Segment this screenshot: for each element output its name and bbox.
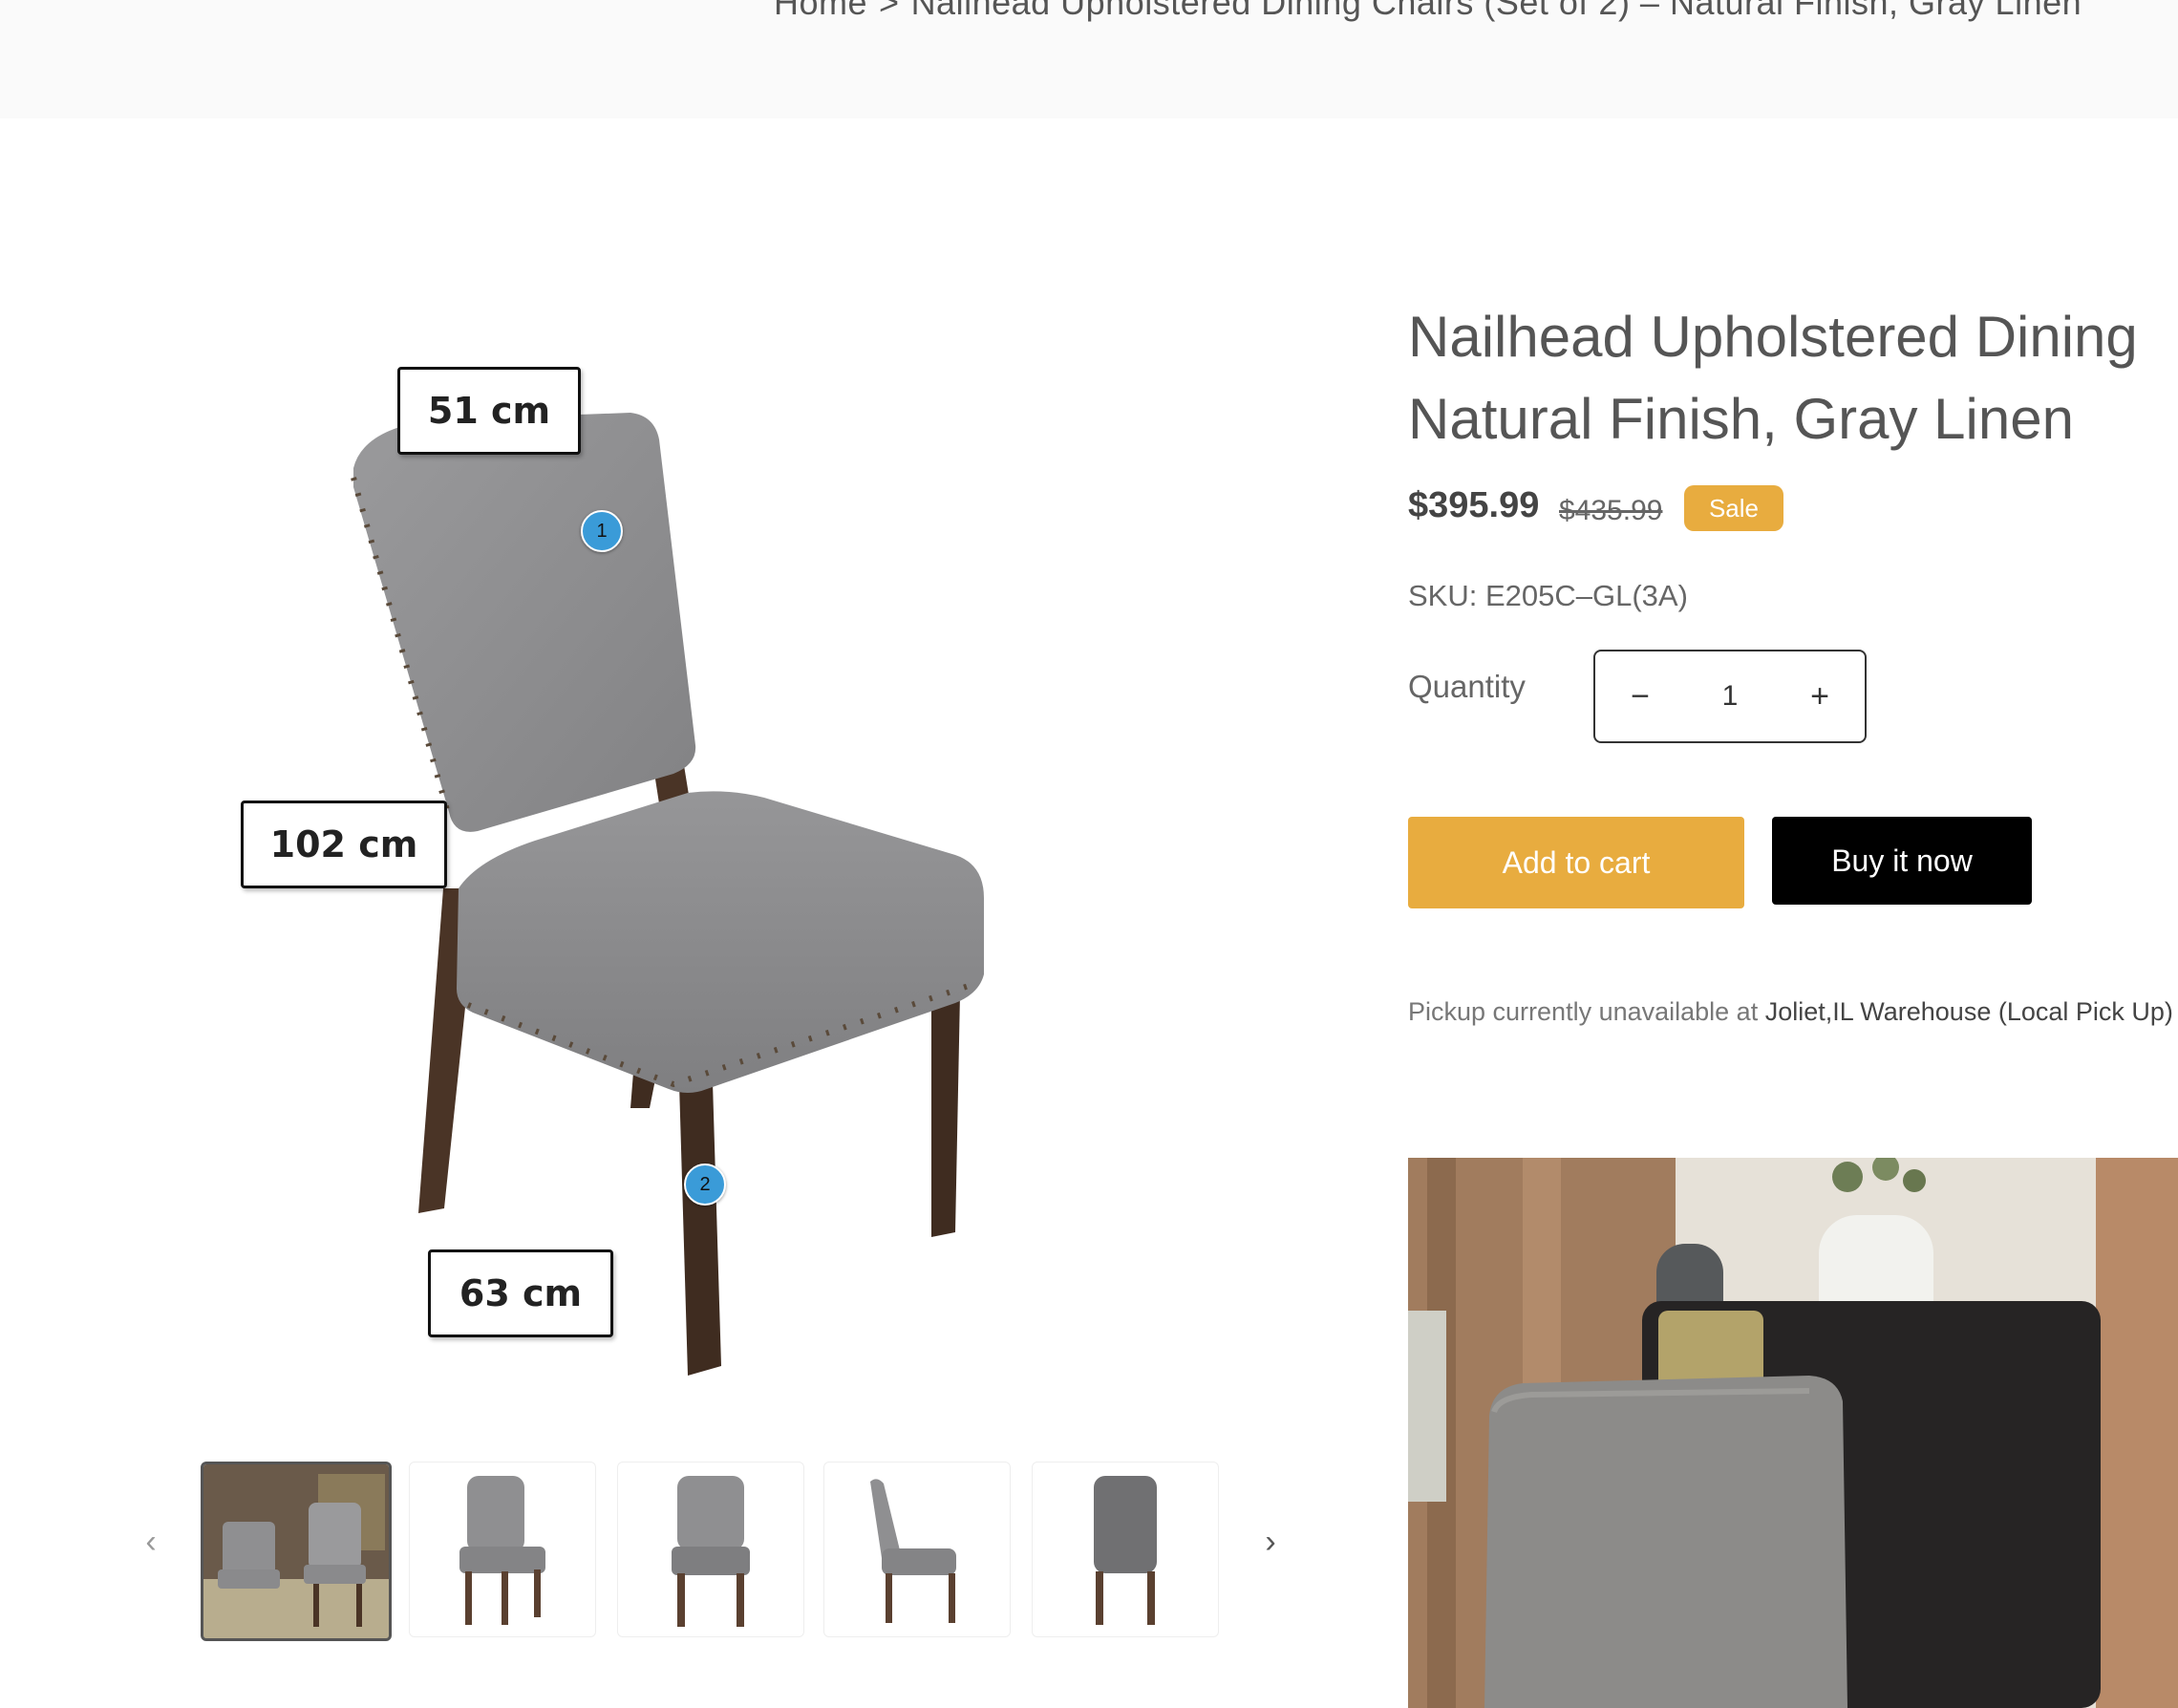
sale-price: $395.99 (1408, 485, 1540, 525)
quantity-label: Quantity (1408, 669, 1526, 704)
hotspot-1[interactable]: 1 (581, 510, 623, 552)
buy-now-button[interactable]: Buy it now (1772, 817, 2032, 905)
dimension-depth-label: 63 cm (428, 1249, 613, 1337)
compare-at-price: $435.99 (1559, 495, 1663, 526)
thumbnail-back[interactable] (1032, 1462, 1219, 1637)
quantity-decrease-button[interactable]: − (1595, 678, 1685, 715)
thumbnail-room-scene[interactable] (201, 1462, 392, 1641)
breadcrumb-bar: Home > Nailhead Upholstered Dining Chairs … (0, 0, 2178, 118)
pickup-prefix: Pickup currently unavailable at (1408, 997, 1759, 1026)
pickup-location: Joliet,IL Warehouse (Local Pick Up) (1764, 997, 2173, 1026)
thumbnail-side[interactable] (823, 1462, 1011, 1637)
breadcrumb-current: Nailhead Upholstered Dining Chairs (Set … (910, 0, 2082, 22)
chevron-left-icon[interactable]: ‹ (132, 1524, 170, 1561)
product-title-line-2: Natural Finish, Gray Linen (1408, 387, 2074, 451)
hotspot-2[interactable]: 2 (684, 1164, 726, 1206)
main-product-image[interactable]: 51 cm 102 cm 63 cm 1 2 (191, 325, 1051, 1414)
dimension-width-label: 51 cm (397, 367, 581, 455)
product-room-photo[interactable] (1408, 1158, 2178, 1708)
dimension-height-label: 102 cm (241, 801, 447, 888)
chevron-right-icon[interactable]: › (1251, 1524, 1290, 1561)
thumbnail-front[interactable] (617, 1462, 804, 1637)
breadcrumb-home-link[interactable]: Home (774, 0, 867, 22)
breadcrumb-separator: > (879, 0, 900, 22)
quantity-input[interactable]: 1 (1685, 680, 1775, 713)
quantity-stepper: − 1 + (1593, 650, 1867, 743)
product-title-line-1: Nailhead Upholstered Dining (1408, 305, 2138, 369)
pickup-availability: Pickup currently unavailable at Joliet,I… (1408, 997, 2173, 1027)
quantity-increase-button[interactable]: + (1775, 678, 1865, 715)
product-title: Nailhead Upholstered Dining Natural Fini… (1408, 296, 2178, 460)
thumbnail-front-angle[interactable] (409, 1462, 596, 1637)
breadcrumb: Home > Nailhead Upholstered Dining Chairs … (774, 0, 2082, 23)
add-to-cart-button[interactable]: Add to cart (1408, 817, 1744, 908)
sale-badge: Sale (1684, 485, 1783, 531)
sku-text: SKU: E205C–GL(3A) (1408, 579, 1688, 612)
